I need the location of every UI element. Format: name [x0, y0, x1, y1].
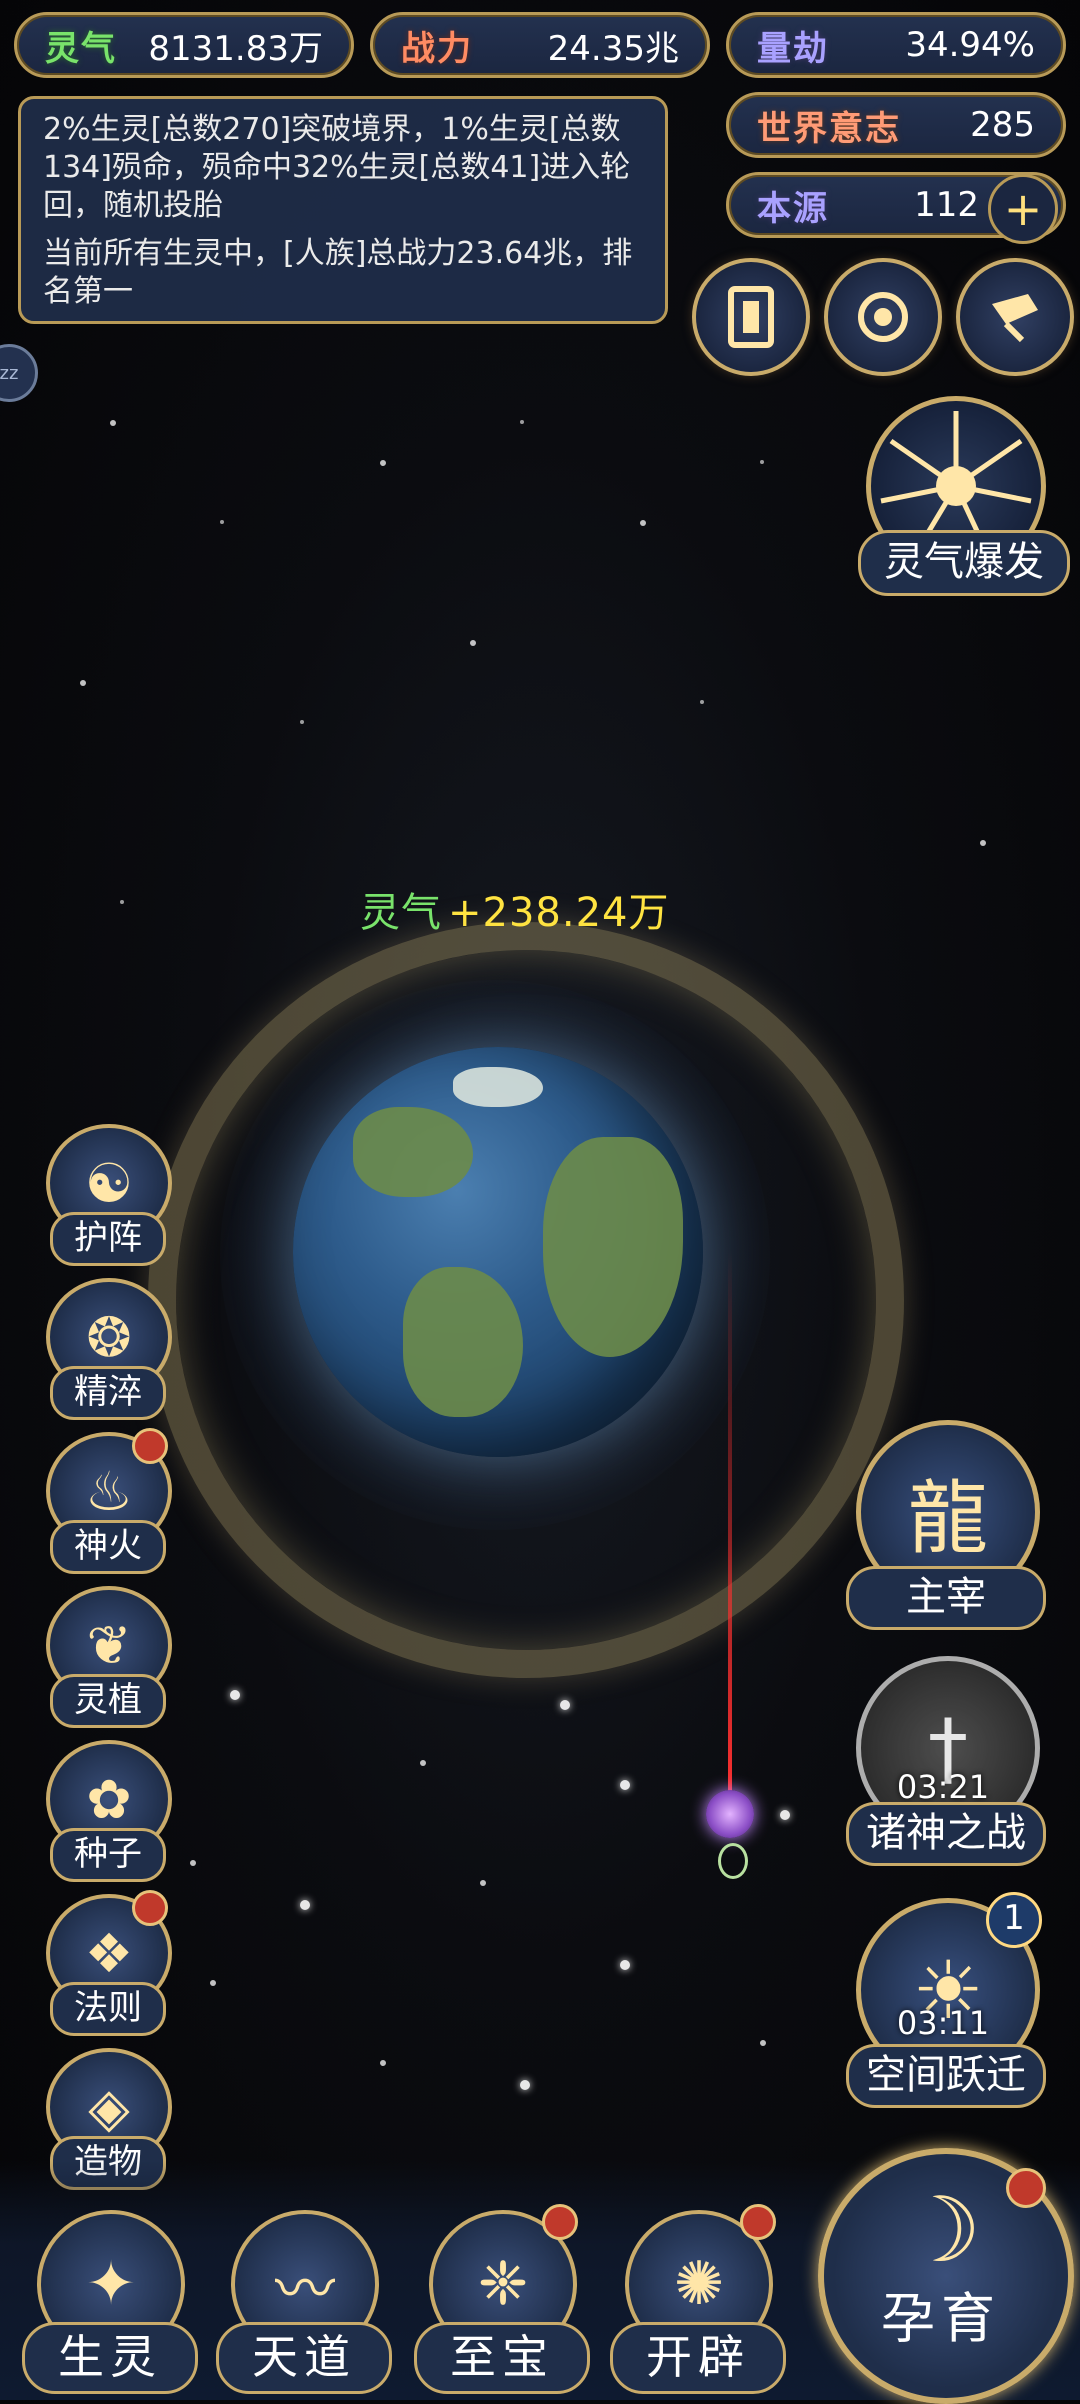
liangjie-value: 34.94%: [905, 25, 1035, 65]
space-jump-badge: 1: [986, 1892, 1042, 1948]
notification-dot: [740, 2204, 776, 2240]
world-will-stat[interactable]: 世界意志 285: [726, 92, 1066, 158]
info-line-1: 2%生灵[总数270]突破境界，1%生灵[总数134]殒命，殒命中32%生灵[总…: [43, 112, 631, 223]
side-item-label: 法则: [50, 1982, 166, 2036]
side-item-faze[interactable]: ❖ 法则: [40, 1890, 172, 2036]
world-will-label: 世界意志: [757, 108, 901, 149]
side-item-shenhuo[interactable]: ♨ 神火: [40, 1428, 172, 1574]
notification-dot: [132, 1428, 168, 1464]
nav-kaipi[interactable]: ✺ 开辟: [600, 2204, 790, 2400]
side-item-label: 灵植: [50, 1674, 166, 1728]
zhushen-label: 诸神之战: [846, 1802, 1046, 1866]
nav-label: 天道: [216, 2322, 392, 2394]
nav-label: 至宝: [414, 2322, 590, 2394]
planet-earth[interactable]: [293, 1047, 703, 1457]
space-jump-button[interactable]: ☀ 03:11 空间跃迁 1: [838, 1892, 1048, 2118]
plus-icon: +: [1003, 182, 1043, 236]
zhuzai-label: 主宰: [846, 1566, 1046, 1630]
space-jump-timer: 03:11: [896, 2004, 990, 2042]
leaf-marker-icon: [718, 1843, 748, 1879]
card-button[interactable]: [692, 258, 810, 376]
event-info-box: 2%生灵[总数270]突破境界，1%生灵[总数134]殒命，殒命中32%生灵[总…: [18, 96, 668, 324]
nav-label: 开辟: [610, 2322, 786, 2394]
vortex-button[interactable]: [824, 258, 942, 376]
scroll-icon: [992, 294, 1038, 343]
side-tab-handle[interactable]: zz: [0, 344, 38, 402]
nav-shengling[interactable]: ✦ 生灵: [12, 2210, 202, 2400]
zhanli-value: 24.35兆: [547, 28, 679, 69]
red-laser-beam: [728, 1250, 732, 1800]
notification-dot: [1006, 2168, 1046, 2208]
benyuan-label: 本源: [757, 188, 829, 229]
lingqi-label: 灵气: [45, 28, 117, 69]
lingqi-stat[interactable]: 灵气 8131.83万: [14, 12, 354, 78]
embryo-icon: ☽: [900, 2178, 982, 2283]
nav-tiandao[interactable]: 〰 天道: [206, 2210, 396, 2400]
gain-value: +238.24万: [448, 890, 670, 936]
zhuzai-button[interactable]: 龍 主宰: [838, 1420, 1048, 1640]
nav-label: 生灵: [22, 2322, 198, 2394]
side-item-label: 护阵: [50, 1212, 166, 1266]
scroll-button[interactable]: [956, 258, 1074, 376]
zhanli-stat[interactable]: 战力 24.35兆: [370, 12, 710, 78]
spirit-burst-label[interactable]: 灵气爆发: [858, 530, 1070, 596]
liangjie-label: 量劫: [757, 28, 829, 69]
side-tab-text: zz: [0, 362, 19, 384]
side-item-huzhen[interactable]: ☯ 护阵: [40, 1124, 172, 1266]
purple-orb[interactable]: [706, 1790, 754, 1838]
zhushen-timer: 03:21: [896, 1768, 990, 1806]
zhushen-war-button[interactable]: † 03:21 诸神之战: [838, 1656, 1048, 1876]
gain-label: 灵气: [360, 890, 442, 936]
notification-dot: [132, 1890, 168, 1926]
world-will-value: 285: [970, 105, 1035, 145]
benyuan-value: 112: [914, 185, 979, 225]
zhanli-label: 战力: [401, 28, 473, 69]
side-item-jingcui[interactable]: ❂ 精淬: [40, 1278, 172, 1420]
notification-dot: [542, 2204, 578, 2240]
side-item-label: 种子: [50, 1828, 166, 1882]
lingqi-value: 8131.83万: [148, 28, 323, 69]
side-item-label: 精淬: [50, 1366, 166, 1420]
card-icon: [728, 286, 774, 348]
side-item-zhongzi[interactable]: ✿ 种子: [40, 1740, 172, 1882]
info-line-2: 当前所有生灵中，[人族]总战力23.64兆，排名第一: [43, 236, 633, 309]
incubate-label: 孕育: [881, 2287, 1001, 2350]
space-jump-label: 空间跃迁: [846, 2044, 1046, 2108]
vortex-icon: [858, 292, 908, 342]
side-item-lingzhi[interactable]: ❦ 灵植: [40, 1586, 172, 1728]
lingqi-gain-text: 灵气 +238.24万: [360, 880, 669, 938]
side-item-label: 神火: [50, 1520, 166, 1574]
liangjie-stat[interactable]: 量劫 34.94%: [726, 12, 1066, 78]
nav-zhibao[interactable]: ❈ 至宝: [404, 2204, 594, 2400]
add-benyuan-button[interactable]: +: [988, 174, 1058, 244]
